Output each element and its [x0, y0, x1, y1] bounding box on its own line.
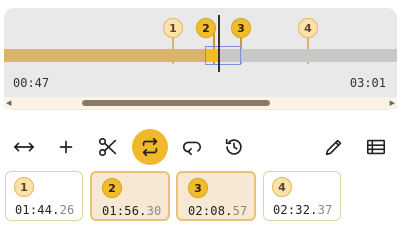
- loop-icon: [182, 141, 202, 156]
- cut-button[interactable]: [90, 129, 126, 165]
- marker-card-3[interactable]: 3 02:08.57: [176, 171, 256, 221]
- scroll-left-icon[interactable]: ◀: [6, 99, 11, 107]
- table-view-button[interactable]: [358, 129, 394, 165]
- scissors-icon: [98, 137, 117, 157]
- resize-horizontal-icon: [14, 142, 34, 152]
- loop-button[interactable]: [174, 129, 210, 165]
- scroll-thumb[interactable]: [82, 100, 270, 106]
- add-marker-button[interactable]: [48, 129, 84, 165]
- repeat-button[interactable]: [132, 129, 168, 165]
- marker-card-1[interactable]: 1 01:44.26: [5, 171, 83, 221]
- marker-badge-3[interactable]: 3: [231, 18, 251, 38]
- horizontal-scrollbar[interactable]: ◀ ▶: [4, 97, 397, 109]
- marker-card-time: 02:08.57: [188, 204, 248, 218]
- marker-badge-1[interactable]: 1: [163, 18, 183, 38]
- history-button[interactable]: [216, 129, 252, 165]
- timeline-panel[interactable]: 1 2 3 4 00:47 03:01: [4, 8, 397, 110]
- marker-card-time: 01:44.26: [15, 203, 75, 217]
- played-region: [4, 49, 205, 62]
- plus-icon: [59, 140, 73, 154]
- fit-width-button[interactable]: [6, 129, 42, 165]
- clock-history-icon: [225, 138, 242, 155]
- start-time-label: 00:47: [13, 76, 50, 90]
- playhead[interactable]: [218, 15, 220, 72]
- marker-card-badge: 4: [272, 177, 292, 197]
- repeat-icon: [142, 137, 158, 157]
- edit-button[interactable]: [316, 129, 352, 165]
- selection-range[interactable]: [205, 46, 241, 65]
- pencil-icon: [325, 139, 342, 156]
- timeline-track[interactable]: [4, 46, 397, 65]
- scroll-right-icon[interactable]: ▶: [390, 99, 395, 107]
- marker-card-badge: 3: [188, 178, 208, 198]
- marker-card-time: 01:56.30: [102, 204, 162, 218]
- marker-card-4[interactable]: 4 02:32.37: [263, 171, 341, 221]
- marker-card-time: 02:32.37: [273, 203, 333, 217]
- end-time-label: 03:01: [349, 76, 386, 90]
- table-icon: [366, 139, 386, 155]
- marker-badge-2[interactable]: 2: [196, 18, 216, 38]
- marker-card-badge: 1: [14, 177, 34, 197]
- marker-card-badge: 2: [102, 178, 122, 198]
- marker-badge-4[interactable]: 4: [298, 18, 318, 38]
- marker-card-2[interactable]: 2 01:56.30: [90, 171, 170, 221]
